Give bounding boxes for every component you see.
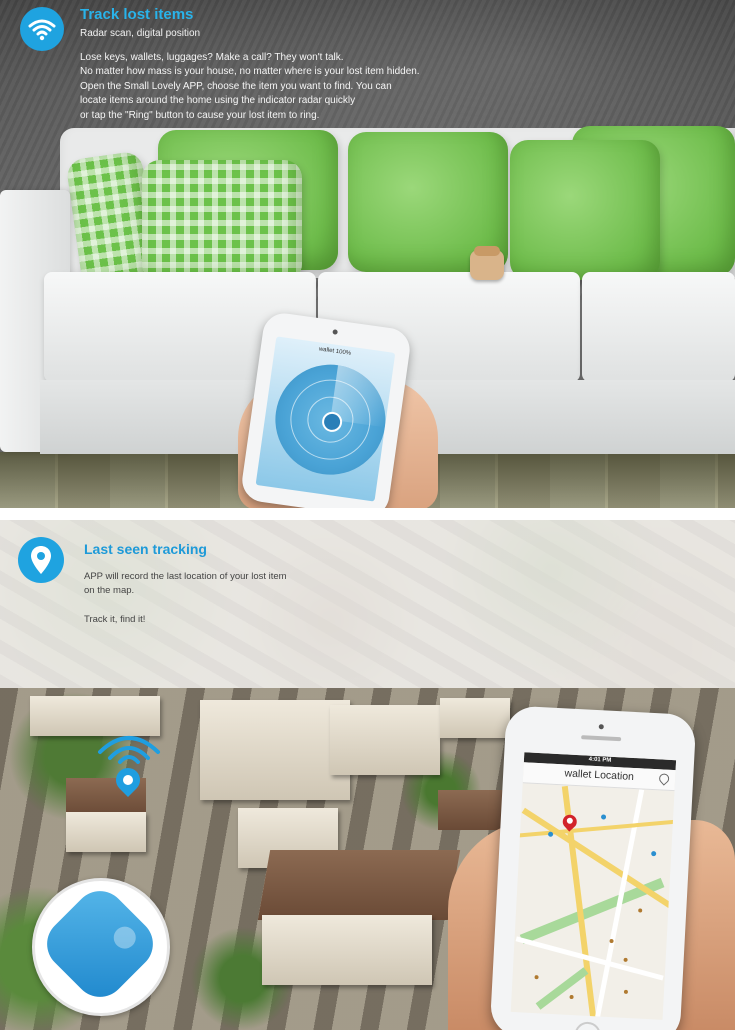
map-screen: 4:01 PM wallet Location: [510, 752, 677, 1020]
tracker-device-image: [32, 878, 170, 1016]
phone-map: 4:01 PM wallet Location: [489, 705, 697, 1030]
track-lost-items-panel: wallet 100% Track lost items Radar scan,…: [0, 0, 735, 508]
tracker-device: [36, 881, 164, 1008]
wifi-icon: [20, 7, 64, 51]
home-button[interactable]: [573, 1021, 602, 1030]
section-title: Last seen tracking: [84, 541, 207, 557]
section-body: APP will record the last location of you…: [84, 571, 287, 596]
phone-radar: wallet 100%: [239, 310, 413, 508]
building: [200, 700, 350, 800]
building: [440, 698, 510, 738]
checkered-pillow: [142, 160, 302, 282]
section-body: Lose keys, wallets, luggages? Make a cal…: [80, 52, 420, 121]
building-roof: [257, 850, 461, 920]
section-tagline: Track it, find it!: [84, 614, 146, 625]
section-title: Track lost items: [80, 6, 194, 23]
building: [262, 915, 432, 985]
radar-screen-title: wallet 100%: [318, 346, 352, 357]
radar-display: [268, 357, 393, 482]
section-subtitle: Radar scan, digital position: [80, 28, 201, 39]
sofa-seat: [582, 272, 735, 382]
building: [66, 812, 146, 852]
location-pin-icon: [18, 537, 64, 583]
pillow: [510, 140, 660, 280]
last-seen-tracking-panel: 4:01 PM wallet Location Last seen tracki…: [0, 520, 735, 1030]
building-roof: [438, 790, 508, 830]
radar-screen: wallet 100%: [255, 336, 396, 502]
building: [330, 705, 440, 775]
signal-icon: [98, 736, 160, 764]
